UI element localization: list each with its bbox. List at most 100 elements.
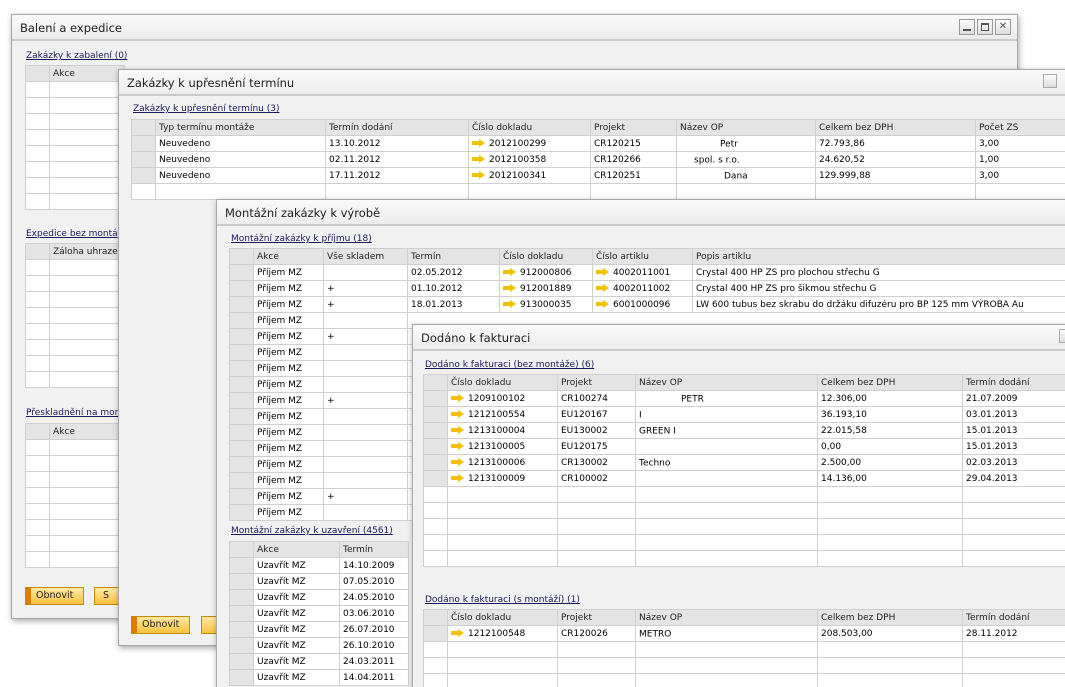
grid-expedice-bez-montaze[interactable]: Záloha uhrazen <box>25 243 125 388</box>
column-header[interactable]: Číslo dokladu <box>499 248 593 265</box>
link-arrow-icon[interactable] <box>596 284 610 292</box>
column-header[interactable]: Akce <box>253 248 324 265</box>
column-header[interactable]: Celkem bez DPH <box>815 119 976 136</box>
cell-akce[interactable]: Příjem MZ <box>253 264 324 281</box>
cell-akce[interactable]: Uzavřít MZ <box>253 637 340 654</box>
link-arrow-icon[interactable] <box>451 458 465 466</box>
column-header[interactable]: Termín <box>407 248 500 265</box>
column-header[interactable]: Název OP <box>676 119 816 136</box>
cell-akce[interactable]: Uzavřít MZ <box>253 589 340 606</box>
section-preskladneni[interactable]: Přeskladnění na mor <box>26 408 118 418</box>
column-header[interactable]: Projekt <box>557 609 636 626</box>
column-header[interactable]: Akce <box>253 541 340 558</box>
secondary-button[interactable]: S <box>94 587 120 605</box>
column-header[interactable]: Záloha uhrazen <box>49 243 125 260</box>
column-header[interactable]: Počet ZS <box>975 119 1065 136</box>
column-header[interactable]: Projekt <box>590 119 677 136</box>
cell-akce[interactable]: Příjem MZ <box>253 312 324 329</box>
section-s-montazi[interactable]: Dodáno k fakturaci (s montáží) (1) <box>425 595 580 605</box>
table-row[interactable]: Uzavřít MZ 14.04.2011 <box>229 669 409 686</box>
link-arrow-icon[interactable] <box>451 410 465 418</box>
link-arrow-icon[interactable] <box>596 300 610 308</box>
cell-akce[interactable]: Uzavřít MZ <box>253 653 340 670</box>
cell-akce[interactable]: Příjem MZ <box>253 488 324 505</box>
table-row[interactable]: Uzavřít MZ 03.06.2010 <box>229 605 409 622</box>
link-arrow-icon[interactable] <box>503 300 517 308</box>
grid-mz-k-uzavreni[interactable]: Akce Termín Uzavřít MZ 14.10.2009 Uzavřít… <box>229 541 409 686</box>
refresh-button[interactable]: Obnovit <box>25 587 85 605</box>
section-mz-k-prijmu[interactable]: Montážní zakázky k příjmu (18) <box>231 234 372 244</box>
column-header[interactable]: Celkem bez DPH <box>817 374 963 391</box>
link-arrow-icon[interactable] <box>503 268 517 276</box>
section-mz-k-uzavreni[interactable]: Montážní zakázky k uzavření (4561) <box>231 526 393 536</box>
cell-akce[interactable]: Příjem MZ <box>253 456 324 473</box>
link-arrow-icon[interactable] <box>451 442 465 450</box>
section-expedice-bez-montaze[interactable]: Expedice bez montá <box>26 229 118 239</box>
column-header[interactable]: Název OP <box>635 609 818 626</box>
column-header[interactable]: Termín dodání <box>325 119 469 136</box>
section-upresneni-terminu[interactable]: Zakázky k upřesnění termínu (3) <box>133 104 279 114</box>
refresh-button[interactable]: Obnovit <box>131 616 191 634</box>
table-row[interactable]: Příjem MZ +01.10.2012 912001889 4002011002 C… <box>229 280 1065 297</box>
cell-akce[interactable]: Příjem MZ <box>253 440 324 457</box>
table-row[interactable]: Uzavřít MZ 07.05.2010 <box>229 573 409 590</box>
link-arrow-icon[interactable] <box>451 474 465 482</box>
cell-akce[interactable]: Uzavřít MZ <box>253 605 340 622</box>
table-row[interactable]: Příjem MZ +18.01.2013 913000035 6001000096 L… <box>229 296 1065 313</box>
link-arrow-icon[interactable] <box>596 268 610 276</box>
table-row[interactable]: Uzavřít MZ 26.07.2010 <box>229 621 409 638</box>
grid-s-montazi[interactable]: Číslo dokladu Projekt Název OP Celkem be… <box>423 609 1065 687</box>
column-header[interactable]: Vše skladem <box>323 248 408 265</box>
cell-akce[interactable]: Příjem MZ <box>253 344 324 361</box>
table-row[interactable]: Uzavřít MZ 14.10.2009 <box>229 557 409 574</box>
cell-akce[interactable]: Uzavřít MZ <box>253 621 340 638</box>
cell-akce[interactable]: Příjem MZ <box>253 296 324 313</box>
cell-akce[interactable]: Uzavřít MZ <box>253 573 340 590</box>
section-zakazky-k-zabaleni[interactable]: Zakázky k zabalení (0) <box>26 51 127 61</box>
cell-akce[interactable]: Příjem MZ <box>253 280 324 297</box>
column-header[interactable]: Termín dodání <box>962 374 1065 391</box>
table-row[interactable]: Neuvedeno 13.10.2012 2012100299 CR120215… <box>131 135 1065 152</box>
table-row[interactable]: 1212100548 CR120026 METRO 208.503,00 28.11.2… <box>423 625 1065 642</box>
table-row[interactable]: Neuvedeno 17.11.2012 2012100341 CR120251… <box>131 167 1065 184</box>
cell-akce[interactable]: Příjem MZ <box>253 360 324 377</box>
column-header[interactable]: Popis artiklu <box>692 248 1065 265</box>
table-row[interactable]: 1212100554 EU120167 I 36.193,10 03.01.2013 <box>423 406 1065 423</box>
column-header[interactable]: Typ termínu montáže <box>155 119 326 136</box>
column-header[interactable]: Celkem bez DPH <box>817 609 963 626</box>
cell-akce[interactable]: Příjem MZ <box>253 504 324 521</box>
link-arrow-icon[interactable] <box>503 284 517 292</box>
link-arrow-icon[interactable] <box>451 629 465 637</box>
link-arrow-icon[interactable] <box>451 426 465 434</box>
link-arrow-icon[interactable] <box>451 394 465 402</box>
grid-bez-montaze[interactable]: Číslo dokladu Projekt Název OP Celkem be… <box>423 374 1065 567</box>
cell-akce[interactable]: Příjem MZ <box>253 392 324 409</box>
table-row[interactable]: Uzavřít MZ 24.05.2010 <box>229 589 409 606</box>
close-icon[interactable]: ✕ <box>995 19 1011 35</box>
column-header[interactable]: Číslo artiklu <box>592 248 693 265</box>
column-header[interactable]: Akce <box>49 65 125 82</box>
column-header[interactable]: Číslo dokladu <box>468 119 591 136</box>
table-row[interactable]: 1213100006 CR130002 Techno 2.500,00 02.03.20… <box>423 454 1065 471</box>
grid-upresneni-terminu[interactable]: Typ termínu montáže Termín dodání Číslo … <box>131 119 1065 200</box>
cell-akce[interactable]: Uzavřít MZ <box>253 669 340 686</box>
link-arrow-icon[interactable] <box>472 155 486 163</box>
minimize-button[interactable] <box>1059 329 1065 343</box>
table-row[interactable]: Příjem MZ 02.05.2012 912000806 4002011001 Cr… <box>229 264 1065 281</box>
link-arrow-icon[interactable] <box>472 139 486 147</box>
column-header[interactable]: Číslo dokladu <box>447 374 558 391</box>
minimize-button[interactable] <box>959 19 975 35</box>
table-row[interactable]: Neuvedeno 02.11.2012 2012100358 CR120266… <box>131 151 1065 168</box>
link-arrow-icon[interactable] <box>472 171 486 179</box>
table-row[interactable]: 1213100005 EU120175 0,00 15.01.2013 <box>423 438 1065 455</box>
column-header[interactable]: Akce <box>49 423 125 440</box>
column-header[interactable]: Termín dodání <box>962 609 1065 626</box>
column-header[interactable]: Termín <box>339 541 409 558</box>
column-header[interactable]: Název OP <box>635 374 818 391</box>
grid-zakazky-k-zabaleni[interactable]: Akce <box>25 65 125 210</box>
table-row[interactable]: Uzavřít MZ 24.03.2011 <box>229 653 409 670</box>
minimize-button[interactable] <box>1043 74 1057 88</box>
section-bez-montaze[interactable]: Dodáno k fakturaci (bez montáže) (6) <box>425 360 594 370</box>
maximize-button[interactable] <box>977 19 993 35</box>
cell-akce[interactable]: Příjem MZ <box>253 328 324 345</box>
